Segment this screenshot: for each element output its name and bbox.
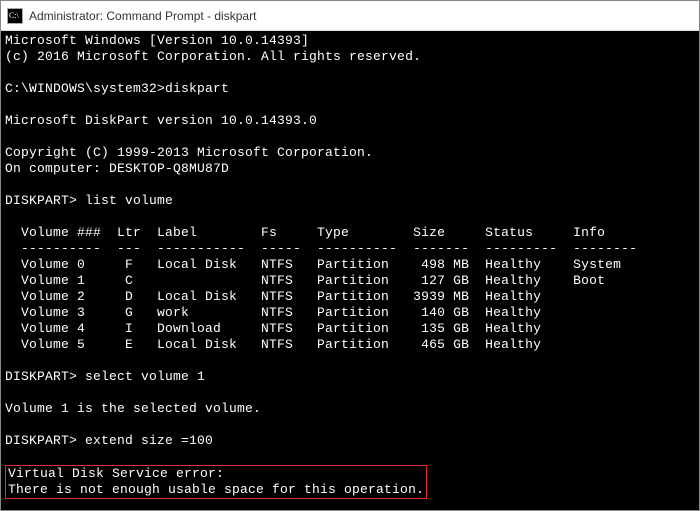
prompt-line: DISKPART> extend size =100 [5, 433, 213, 448]
prompt-line: DISKPART> list volume [5, 193, 173, 208]
error-highlight: Virtual Disk Service error: There is not… [5, 465, 427, 499]
terminal-output[interactable]: Microsoft Windows [Version 10.0.14393] (… [1, 31, 699, 510]
prompt-prefix: DISKPART> [5, 369, 77, 384]
table-row: Volume 2 D Local Disk NTFS Partition 393… [5, 289, 541, 304]
table-divider: ---------- --- ----------- ----- -------… [5, 241, 637, 256]
table-row: Volume 4 I Download NTFS Partition 135 G… [5, 321, 541, 336]
prompt-line: C:\WINDOWS\system32>diskpart [5, 81, 229, 96]
copyright-line: Copyright (C) 1999-2013 Microsoft Corpor… [5, 145, 373, 160]
diskpart-version: Microsoft DiskPart version 10.0.14393.0 [5, 113, 317, 128]
error-line: Virtual Disk Service error: [8, 466, 224, 481]
prompt-prefix: C:\WINDOWS\system32> [5, 81, 165, 96]
command-prompt-window: C:\ Administrator: Command Prompt - disk… [0, 0, 700, 511]
table-row: Volume 1 C NTFS Partition 127 GB Healthy… [5, 273, 605, 288]
table-header: Volume ### Ltr Label Fs Type Size Status… [5, 225, 605, 240]
cmd-icon: C:\ [7, 8, 23, 24]
prompt-cmd: diskpart [165, 81, 229, 96]
table-row: Volume 3 G work NTFS Partition 140 GB He… [5, 305, 541, 320]
prompt-cmd: select volume 1 [77, 369, 205, 384]
titlebar[interactable]: C:\ Administrator: Command Prompt - disk… [1, 1, 699, 31]
banner-line: Microsoft Windows [Version 10.0.14393] [5, 33, 309, 48]
table-row: Volume 0 F Local Disk NTFS Partition 498… [5, 257, 621, 272]
prompt-cmd: extend size =100 [77, 433, 213, 448]
computer-line: On computer: DESKTOP-Q8MU87D [5, 161, 229, 176]
prompt-prefix: DISKPART> [5, 193, 77, 208]
selected-message: Volume 1 is the selected volume. [5, 401, 261, 416]
table-row: Volume 5 E Local Disk NTFS Partition 465… [5, 337, 541, 352]
prompt-prefix: DISKPART> [5, 433, 77, 448]
error-line: There is not enough usable space for thi… [8, 482, 424, 497]
prompt-cmd: list volume [77, 193, 173, 208]
svg-text:C:\: C:\ [9, 11, 20, 20]
banner-line: (c) 2016 Microsoft Corporation. All righ… [5, 49, 421, 64]
window-title: Administrator: Command Prompt - diskpart [29, 9, 256, 23]
prompt-line: DISKPART> select volume 1 [5, 369, 205, 384]
